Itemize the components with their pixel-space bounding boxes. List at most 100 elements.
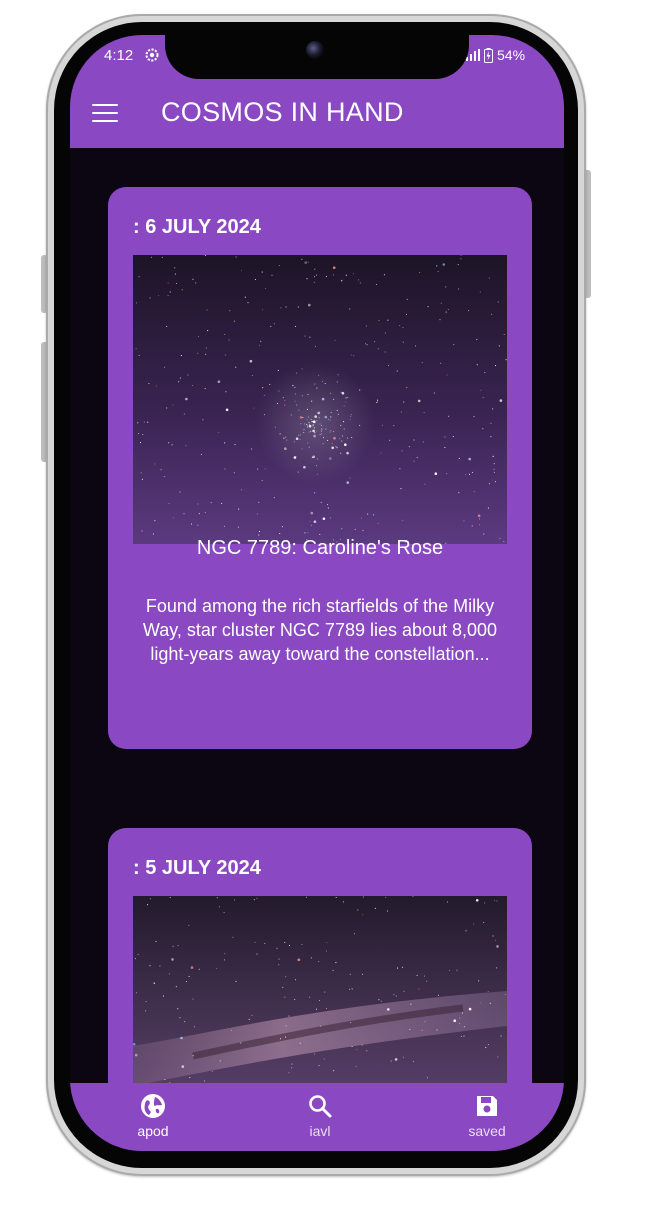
menu-icon[interactable] xyxy=(92,104,118,124)
star xyxy=(261,271,263,273)
star xyxy=(189,1077,191,1079)
star xyxy=(225,408,229,412)
star xyxy=(423,412,425,414)
star xyxy=(349,418,351,420)
nav-iavl[interactable]: iavl xyxy=(275,1093,365,1139)
star xyxy=(403,1056,405,1058)
star xyxy=(188,975,190,977)
star xyxy=(288,1015,290,1017)
star xyxy=(336,447,338,449)
star xyxy=(473,491,475,493)
star xyxy=(303,465,306,469)
star xyxy=(325,428,327,430)
star xyxy=(322,517,326,520)
star xyxy=(400,488,402,490)
star xyxy=(205,347,207,349)
star xyxy=(160,469,162,471)
star xyxy=(138,354,140,357)
star xyxy=(329,419,331,421)
star xyxy=(463,1035,465,1037)
star xyxy=(375,401,378,403)
star xyxy=(140,472,142,474)
star xyxy=(471,525,473,527)
star xyxy=(504,993,506,996)
star xyxy=(488,483,490,485)
card-description: Found among the rich starfields of the M… xyxy=(142,596,498,664)
star xyxy=(346,437,348,439)
star xyxy=(311,400,313,402)
star xyxy=(166,325,168,327)
star xyxy=(310,430,312,432)
star xyxy=(345,401,347,403)
star xyxy=(341,280,343,282)
star xyxy=(308,303,311,307)
star xyxy=(197,335,200,337)
star xyxy=(216,967,218,970)
star xyxy=(453,1019,457,1022)
star xyxy=(310,524,312,526)
star xyxy=(218,906,220,908)
star xyxy=(402,341,404,343)
star xyxy=(478,980,480,982)
nav-apod[interactable]: apod xyxy=(108,1093,198,1139)
star xyxy=(318,374,320,376)
star xyxy=(303,431,305,433)
star xyxy=(292,385,294,387)
star xyxy=(254,941,256,943)
star xyxy=(493,468,495,470)
star xyxy=(353,933,355,935)
star xyxy=(198,513,200,515)
apod-image xyxy=(133,255,507,544)
star xyxy=(394,1058,398,1061)
star xyxy=(396,370,398,372)
star xyxy=(301,943,303,946)
star xyxy=(377,399,379,401)
star xyxy=(159,965,161,967)
star xyxy=(334,339,336,341)
star xyxy=(337,413,339,415)
star xyxy=(415,345,417,347)
star xyxy=(417,399,421,403)
star xyxy=(168,442,170,444)
star xyxy=(445,286,447,288)
star xyxy=(320,430,322,432)
nav-saved[interactable]: saved xyxy=(442,1093,532,1139)
star xyxy=(448,969,451,971)
star xyxy=(191,384,193,387)
star xyxy=(181,1065,185,1068)
star xyxy=(253,899,255,901)
star xyxy=(357,279,360,281)
star xyxy=(169,896,171,899)
status-time: 4:12 xyxy=(104,47,134,64)
star xyxy=(419,272,421,274)
star xyxy=(291,1063,293,1065)
star xyxy=(320,1025,322,1027)
star xyxy=(374,907,376,909)
star xyxy=(460,1035,463,1038)
star xyxy=(321,397,325,401)
star xyxy=(400,411,402,413)
star xyxy=(359,389,361,391)
star xyxy=(403,401,405,403)
star xyxy=(288,1072,290,1074)
star xyxy=(384,332,386,334)
star xyxy=(301,368,303,370)
star xyxy=(318,417,320,419)
star xyxy=(307,261,309,263)
star xyxy=(445,311,447,313)
star xyxy=(482,396,484,398)
star xyxy=(235,256,237,258)
star xyxy=(327,418,329,420)
apod-card[interactable]: : 6 JULY 2024 NGC 7789: Caroline's Rose … xyxy=(108,187,532,749)
battery-percent: 54% xyxy=(497,47,526,63)
star xyxy=(168,502,170,505)
star xyxy=(479,524,481,526)
star xyxy=(459,1023,461,1025)
star xyxy=(238,508,240,510)
star xyxy=(256,953,258,955)
star xyxy=(224,354,226,356)
star xyxy=(309,431,311,433)
star xyxy=(498,345,500,347)
star xyxy=(141,478,143,480)
star xyxy=(284,447,287,450)
